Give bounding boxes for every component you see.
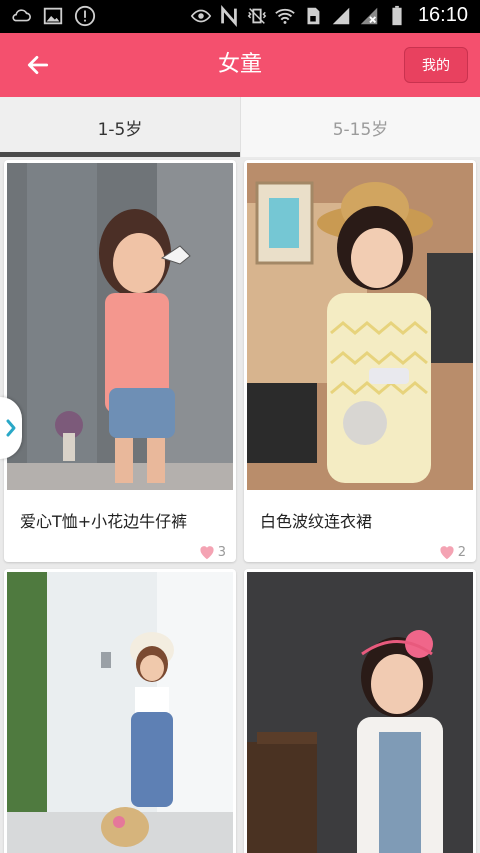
chevron-right-icon bbox=[6, 419, 16, 437]
like-count[interactable]: 2 bbox=[438, 544, 466, 560]
product-name: 白色波纹连衣裙 bbox=[260, 512, 373, 531]
eye-icon bbox=[190, 9, 212, 22]
app-header: 女童 我的 bbox=[0, 33, 480, 97]
status-time: 16:10 bbox=[417, 4, 468, 26]
product-card[interactable] bbox=[244, 569, 476, 853]
tab-age-5-15[interactable]: 5-15岁 bbox=[240, 97, 480, 157]
image-icon bbox=[43, 7, 63, 25]
product-photo bbox=[247, 572, 473, 853]
like-count[interactable]: 3 bbox=[198, 544, 226, 560]
product-photo bbox=[7, 163, 233, 490]
product-card[interactable]: 爱心T恤+小花边牛仔裤 3 bbox=[4, 160, 236, 562]
battery-icon bbox=[392, 5, 402, 25]
product-photo bbox=[7, 572, 233, 853]
product-grid: 爱心T恤+小花边牛仔裤 3 白色波纹连衣裙 2 bbox=[0, 157, 480, 853]
tab-age-1-5[interactable]: 1-5岁 bbox=[0, 97, 240, 157]
heart-icon bbox=[440, 546, 454, 560]
signal-icon bbox=[332, 7, 350, 24]
like-count-value: 3 bbox=[217, 544, 226, 560]
product-card[interactable]: 白色波纹连衣裙 2 bbox=[244, 160, 476, 562]
product-name: 爱心T恤+小花边牛仔裤 bbox=[20, 512, 188, 531]
cloud-icon bbox=[12, 9, 31, 22]
wifi-icon bbox=[275, 8, 295, 24]
heart-icon bbox=[200, 546, 214, 560]
vibrate-off-icon bbox=[247, 7, 267, 24]
product-photo bbox=[247, 163, 473, 490]
status-bar: 16:10 bbox=[0, 0, 480, 33]
product-card[interactable] bbox=[4, 569, 236, 853]
age-tabs: 1-5岁 5-15岁 bbox=[0, 97, 480, 157]
mine-button[interactable]: 我的 bbox=[404, 47, 468, 83]
sim-icon bbox=[307, 7, 320, 24]
like-count-value: 2 bbox=[457, 544, 466, 560]
alert-icon bbox=[74, 5, 96, 27]
signal-x-icon bbox=[360, 7, 378, 24]
nfc-icon bbox=[221, 4, 237, 27]
